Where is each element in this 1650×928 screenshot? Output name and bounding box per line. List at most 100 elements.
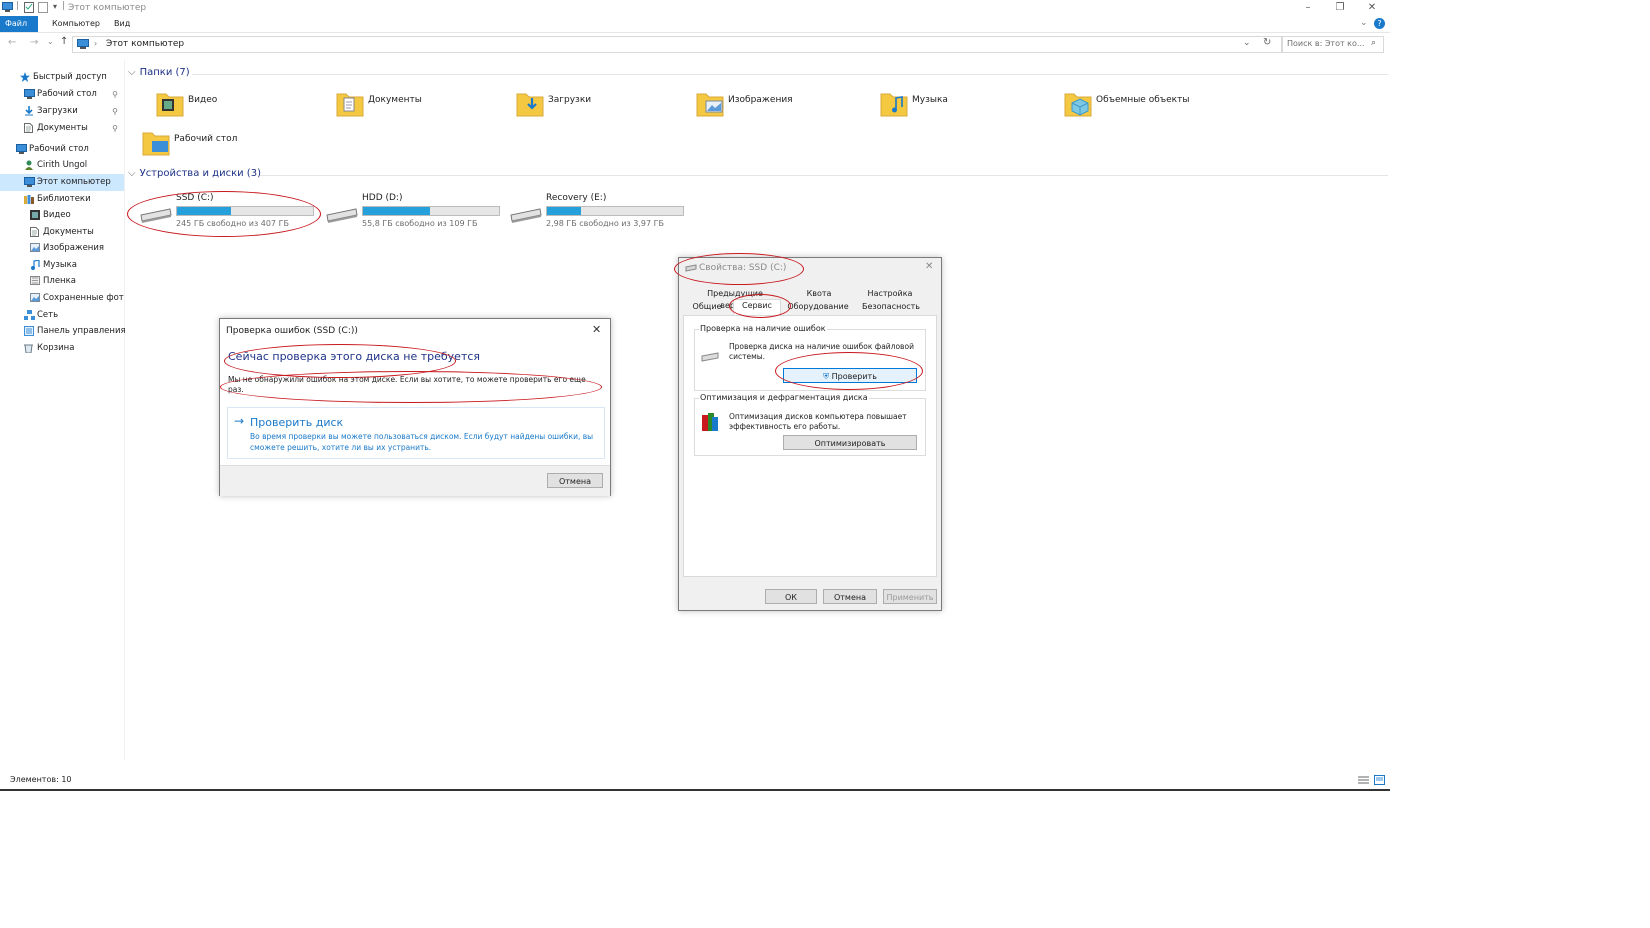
pin-icon[interactable]: ⚲ (112, 86, 118, 103)
optimize-button[interactable]: Оптимизировать (783, 435, 917, 450)
pin-icon[interactable]: ⚲ (112, 103, 118, 120)
address-bar[interactable]: › Этот компьютер ⌄ ↻ (72, 36, 1282, 53)
folder-name: Музыка (912, 95, 948, 105)
pictures-icon (30, 293, 40, 303)
nav-item[interactable]: Изображения (0, 240, 124, 257)
navigation-pane: Быстрый доступ Рабочий стол ⚲ Загрузки ⚲ Доку… (0, 60, 126, 760)
details-view-icon[interactable] (1358, 775, 1369, 785)
ok-button[interactable]: ОК (765, 589, 817, 604)
nav-item[interactable]: Документы (0, 224, 124, 241)
apply-button[interactable]: Применить (883, 589, 937, 604)
document-icon (24, 123, 34, 133)
pin-icon[interactable]: ⚲ (112, 120, 118, 137)
hard-drive-icon (326, 207, 358, 223)
computer-icon (77, 39, 89, 49)
properties-dialog: Свойства: SSD (C:) ✕ Проверка на наличие… (678, 257, 942, 611)
close-icon[interactable]: ✕ (925, 261, 933, 272)
folder-item[interactable]: Изображения (696, 89, 866, 119)
search-icon[interactable]: ⌕ (1371, 38, 1376, 48)
drive-free-space: 55,8 ГБ свободно из 109 ГБ (362, 219, 478, 228)
properties-tab[interactable]: Сервис (733, 299, 781, 315)
properties-icon[interactable] (24, 2, 34, 13)
back-icon[interactable]: ← (8, 37, 16, 48)
nav-item[interactable]: Рабочий стол ⚲ (0, 86, 124, 103)
status-bar: Элементов: 10 (0, 773, 1390, 791)
forward-icon[interactable]: → (30, 37, 38, 48)
folder-name: Рабочий стол (174, 134, 238, 144)
nav-item[interactable]: Cirith Ungol (0, 157, 124, 174)
folder-item[interactable]: Рабочий стол (142, 128, 312, 158)
recent-locations-icon[interactable]: ⌄ (47, 37, 54, 46)
nav-item[interactable]: Документы ⚲ (0, 120, 124, 137)
separator: | (62, 1, 66, 11)
computer-icon (24, 177, 35, 187)
nav-item[interactable]: Видео (0, 207, 124, 224)
properties-tab[interactable]: Квота (791, 288, 847, 300)
drive-free-space: 245 ГБ свободно из 407 ГБ (176, 219, 289, 228)
desktop-icon (16, 144, 27, 154)
large-icons-view-icon[interactable] (1374, 775, 1385, 785)
tab-view[interactable]: Вид (108, 16, 136, 32)
nav-item[interactable]: Сохраненные фот (0, 290, 124, 307)
nav-item[interactable]: Быстрый доступ (0, 69, 124, 86)
drives-header-label: Устройства и диски (3) (139, 168, 261, 179)
properties-tab[interactable]: Оборудование (783, 301, 853, 313)
control-panel-icon (24, 326, 34, 336)
nav-item-label: Рабочий стол (37, 89, 97, 99)
shield-icon: ⛨ (823, 372, 830, 381)
properties-tab[interactable]: Безопасность (855, 301, 927, 313)
address-history-icon[interactable]: ⌄ (1243, 38, 1251, 48)
nav-item-label: Музыка (43, 260, 77, 270)
nav-item[interactable]: Пленка (0, 273, 124, 290)
folder-icon (156, 89, 184, 117)
nav-item[interactable]: Загрузки ⚲ (0, 103, 124, 120)
search-input[interactable]: Поиск в: Этот ко... ⌕ (1282, 36, 1384, 53)
nav-item[interactable]: Этот компьютер (0, 174, 124, 191)
nav-item[interactable]: Сеть (0, 307, 124, 324)
check-button-label: Проверить (831, 372, 877, 381)
nav-item[interactable]: Корзина (0, 340, 124, 357)
refresh-icon[interactable]: ↻ (1263, 37, 1271, 48)
folder-item[interactable]: Музыка (880, 89, 1050, 119)
folder-item[interactable]: Объемные объекты (1064, 89, 1234, 119)
folder-item[interactable]: Документы (336, 89, 506, 119)
drive-item[interactable]: SSD (C:) 245 ГБ свободно из 407 ГБ (130, 193, 320, 231)
nav-item-label: Загрузки (37, 106, 78, 116)
expand-ribbon-icon[interactable]: ⌄ (1360, 18, 1368, 28)
help-icon[interactable]: ? (1374, 18, 1385, 29)
nav-item-label: Документы (43, 227, 94, 237)
cancel-button[interactable]: Отмена (547, 473, 603, 488)
check-button[interactable]: ⛨ Проверить (783, 368, 917, 383)
drives-group-header[interactable]: ⌵ Устройства и диски (3) (128, 168, 261, 179)
tab-file[interactable]: Файл (0, 16, 38, 32)
cancel-button[interactable]: Отмена (823, 589, 877, 604)
recycle-bin-icon (24, 343, 34, 353)
close-icon[interactable]: ✕ (592, 323, 601, 336)
drive-item[interactable]: Recovery (E:) 2,98 ГБ свободно из 3,97 ГБ (500, 193, 690, 231)
drive-usage-bar (176, 206, 314, 216)
minimize-icon[interactable]: – (1298, 1, 1318, 15)
new-folder-icon[interactable] (38, 2, 48, 13)
nav-item[interactable]: Рабочий стол (0, 141, 124, 158)
nav-item[interactable]: Панель управления (0, 323, 126, 340)
dialog-title: Проверка ошибок (SSD (C:)) (226, 326, 358, 336)
properties-tab[interactable]: Общие (685, 301, 729, 313)
folder-item[interactable]: Видео (156, 89, 326, 119)
tab-computer[interactable]: Компьютер (46, 16, 106, 32)
folder-icon (516, 89, 544, 117)
customize-qat-icon[interactable]: ▾ (53, 2, 57, 11)
restore-icon[interactable]: ❐ (1330, 1, 1350, 15)
up-icon[interactable]: ↑ (60, 36, 68, 47)
nav-item-label: Сеть (37, 310, 59, 320)
nav-item[interactable]: Библиотеки (0, 191, 124, 208)
folder-item[interactable]: Загрузки (516, 89, 686, 119)
folder-icon (142, 128, 170, 156)
close-icon[interactable]: ✕ (1362, 1, 1382, 15)
user-icon (24, 160, 34, 170)
drive-item[interactable]: HDD (D:) 55,8 ГБ свободно из 109 ГБ (316, 193, 506, 231)
folders-group-header[interactable]: ⌵ Папки (7) (128, 67, 190, 78)
check-disk-link[interactable]: → Проверить диск Во время проверки вы мо… (227, 407, 605, 459)
properties-tab[interactable]: Настройка (855, 288, 925, 300)
nav-item[interactable]: Музыка (0, 257, 124, 274)
nav-item-label: Корзина (37, 343, 75, 353)
